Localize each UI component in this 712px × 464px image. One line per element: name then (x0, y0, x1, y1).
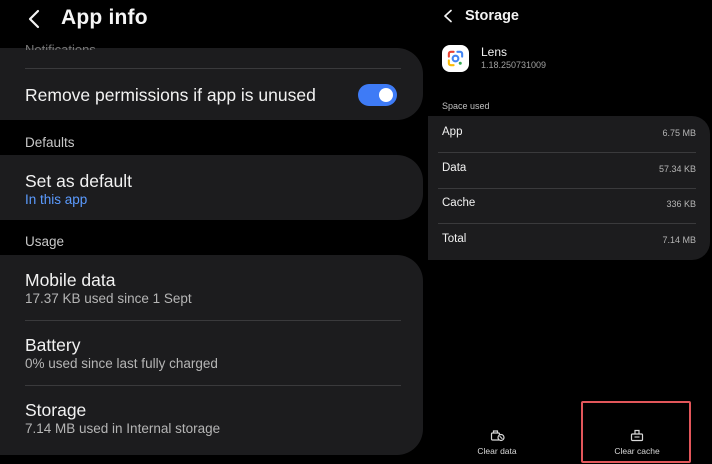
cut-off-row-label: Notifications (25, 42, 96, 50)
storage-usage-card: App 6.75 MB Data 57.34 KB Cache 336 KB T… (428, 116, 710, 260)
storage-row-value: 6.75 MB (662, 128, 696, 138)
usage-section-header: Usage (25, 234, 65, 249)
storage-title: Storage (25, 400, 87, 420)
storage-row-label: App (442, 126, 463, 138)
back-button[interactable] (440, 7, 456, 25)
remove-permissions-toggle[interactable] (358, 84, 397, 106)
storage-row-label: Total (442, 233, 467, 245)
app-info-pane: App info Notifications Remove permission… (0, 0, 428, 464)
toggle-knob (379, 88, 393, 102)
permissions-card: Notifications Remove permissions if app … (0, 42, 423, 120)
app-name: Lens (481, 45, 508, 59)
chevron-left-icon (444, 9, 452, 23)
usage-card: Mobile data 17.37 KB used since 1 Sept B… (0, 255, 423, 455)
app-version: 1.18.250731009 (481, 60, 547, 70)
storage-row-label: Data (442, 162, 467, 174)
set-as-default-item[interactable]: Set as default In this app (0, 155, 423, 220)
set-as-default-subtitle: In this app (25, 192, 88, 207)
storage-row-app: App 6.75 MB (442, 116, 696, 152)
defaults-section-header: Defaults (25, 135, 75, 150)
set-as-default-title: Set as default (25, 171, 133, 191)
storage-subtitle: 7.14 MB used in Internal storage (25, 421, 221, 436)
remove-permissions-label: Remove permissions if app is unused (25, 85, 316, 105)
clear-data-button[interactable]: Clear data (447, 428, 547, 464)
mobile-data-title: Mobile data (25, 270, 116, 290)
page-title: App info (61, 6, 148, 29)
clear-data-label: Clear data (477, 446, 517, 456)
storage-row-value: 57.34 KB (658, 164, 696, 174)
clear-data-icon (490, 430, 505, 442)
storage-item[interactable]: Storage 7.14 MB used in Internal storage (0, 386, 423, 455)
back-button[interactable] (22, 7, 46, 31)
storage-row-data: Data 57.34 KB (442, 152, 696, 188)
clear-cache-highlight-box (581, 401, 691, 463)
storage-row-cache: Cache 336 KB (442, 187, 696, 223)
storage-row-label: Cache (442, 197, 476, 209)
battery-title: Battery (25, 335, 81, 355)
battery-item[interactable]: Battery 0% used since last fully charged (0, 321, 423, 385)
storage-pane: Storage Lens 1.18.250731009 Space used A… (428, 0, 712, 464)
google-lens-icon (442, 45, 469, 72)
chevron-left-icon (28, 9, 40, 29)
page-title: Storage (465, 8, 519, 24)
storage-row-total: Total 7.14 MB (442, 223, 696, 259)
mobile-data-subtitle: 17.37 KB used since 1 Sept (25, 291, 192, 306)
space-used-header: Space used (442, 101, 490, 111)
battery-subtitle: 0% used since last fully charged (25, 356, 218, 371)
storage-row-value: 7.14 MB (662, 235, 696, 245)
mobile-data-item[interactable]: Mobile data 17.37 KB used since 1 Sept (0, 255, 423, 320)
storage-row-value: 336 KB (666, 199, 696, 209)
divider (25, 68, 401, 69)
